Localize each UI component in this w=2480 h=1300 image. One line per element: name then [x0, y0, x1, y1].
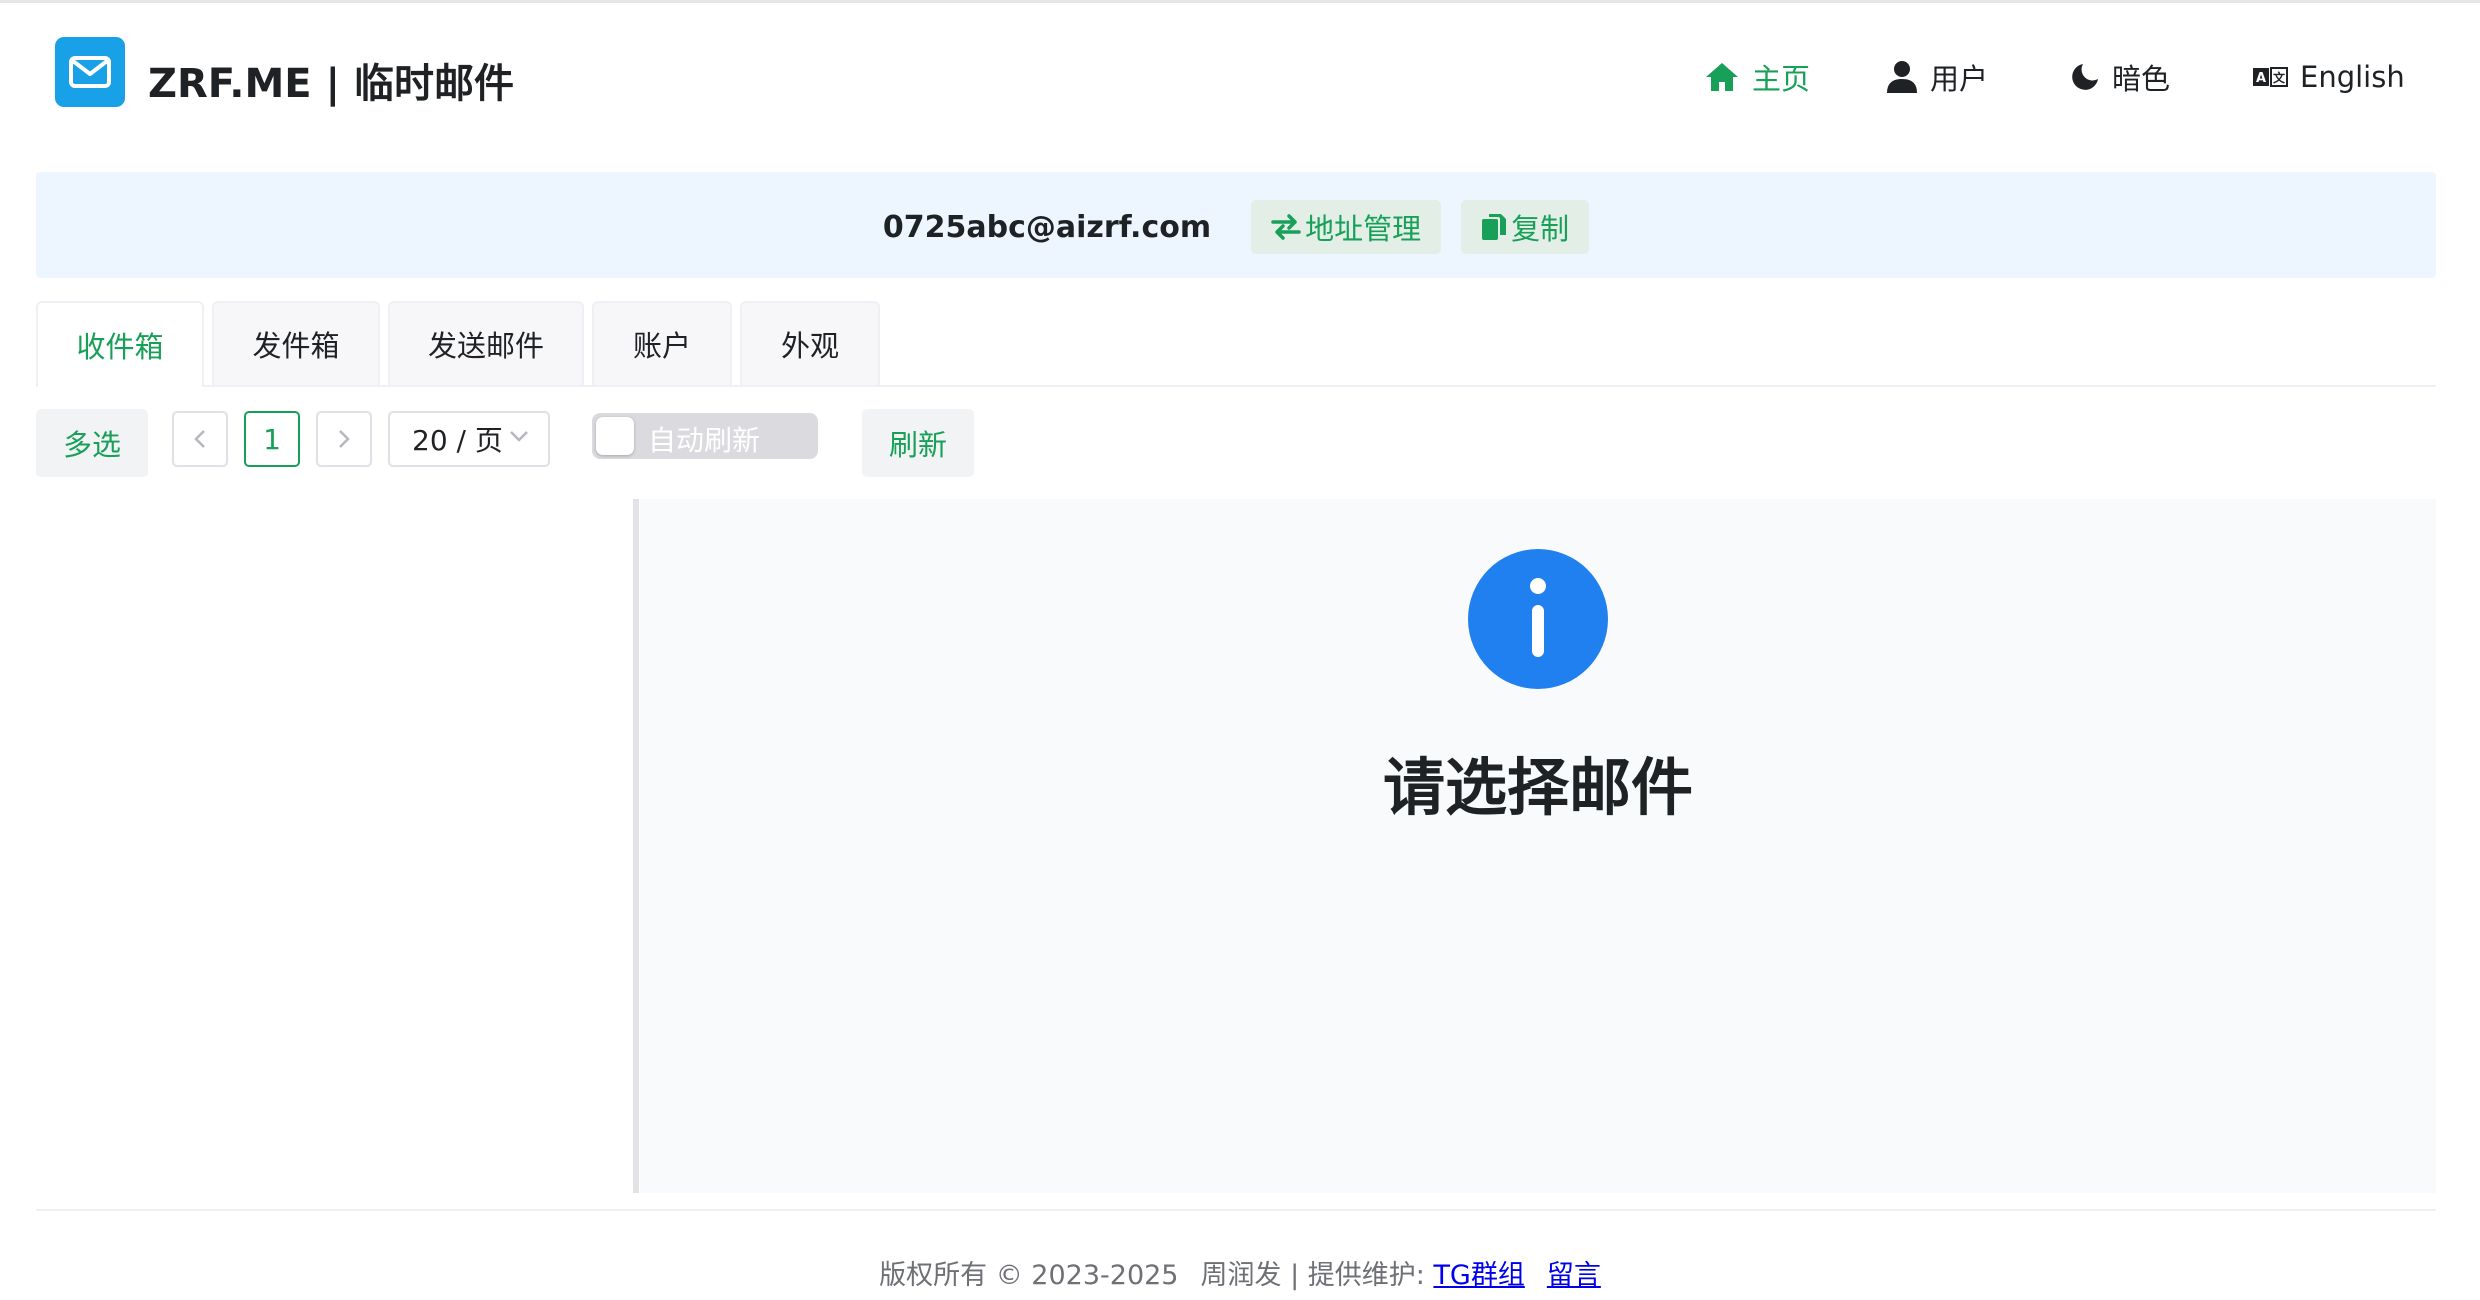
address-manage-button[interactable]: 地址管理 [1251, 200, 1442, 254]
nav-user[interactable]: 用户 [1886, 55, 1988, 99]
page-size-select[interactable]: 20 / 页 [388, 411, 550, 467]
tab-account[interactable]: 账户 [592, 301, 732, 385]
footer-divider [36, 1209, 2436, 1211]
auto-refresh-toggle[interactable]: 自动刷新 [592, 413, 818, 459]
page-size-value: 20 / 页 [412, 424, 503, 457]
nav-user-label: 用户 [1930, 62, 1989, 96]
site-title[interactable]: ZRF.ME | 临时邮件 [148, 51, 514, 109]
nav-dark-label: 暗色 [2112, 62, 2171, 96]
mail-tabs: 收件箱 发件箱 发送邮件 账户 外观 [36, 301, 2436, 387]
tab-appearance[interactable]: 外观 [740, 301, 880, 385]
address-manage-label: 地址管理 [1305, 212, 1422, 246]
footer-copyright: 版权所有 © 2023-2025 [879, 1260, 1179, 1291]
page: ZRF.ME | 临时邮件 主页 用户 暗色 A 文 English 0725a… [0, 0, 2480, 1300]
refresh-button[interactable]: 刷新 [862, 409, 974, 477]
copy-icon [1482, 214, 1507, 240]
page-number-button[interactable]: 1 [244, 411, 300, 467]
chevron-left-icon [194, 430, 205, 448]
header: ZRF.ME | 临时邮件 主页 用户 暗色 A 文 English [0, 3, 2480, 153]
home-icon [1706, 63, 1738, 91]
tab-sent[interactable]: 发件箱 [212, 301, 380, 385]
pane-resize-handle[interactable] [633, 499, 639, 1193]
copy-label: 复制 [1511, 212, 1570, 246]
chevron-down-icon [510, 431, 528, 442]
info-icon [1468, 549, 1608, 689]
auto-refresh-label: 自动刷新 [648, 424, 761, 457]
tg-group-link[interactable]: TG群组 [1433, 1260, 1524, 1291]
nav-home[interactable]: 主页 [1704, 55, 1810, 99]
address-bar: 0725abc@aizrf.com 地址管理 复制 [36, 172, 2436, 278]
email-address: 0725abc@aizrf.com [882, 209, 1212, 245]
mail-view: 请选择邮件 [640, 499, 2436, 1193]
chevron-right-icon [339, 430, 350, 448]
tab-send-mail[interactable]: 发送邮件 [388, 301, 584, 385]
nav-language[interactable]: A 文 English [2252, 55, 2405, 99]
empty-state-text: 请选择邮件 [1382, 751, 1693, 824]
nav-language-label: English [2300, 60, 2405, 94]
prev-page-button[interactable] [172, 411, 228, 467]
next-page-button[interactable] [316, 411, 372, 467]
toggle-knob [596, 417, 634, 455]
message-link[interactable]: 留言 [1547, 1260, 1601, 1291]
mail-list [36, 499, 636, 1193]
nav-home-label: 主页 [1752, 62, 1811, 96]
footer-maintainer: 周润发 | 提供维护: [1200, 1260, 1425, 1291]
swap-icon [1271, 214, 1301, 240]
multi-select-button[interactable]: 多选 [36, 409, 148, 477]
svg-text:文: 文 [2273, 70, 2286, 85]
nav-dark-mode[interactable]: 暗色 [2070, 55, 2170, 99]
tab-inbox[interactable]: 收件箱 [36, 301, 204, 387]
moon-icon [2072, 64, 2098, 90]
user-icon [1887, 61, 1917, 93]
copy-button[interactable]: 复制 [1461, 200, 1590, 254]
mail-toolbar: 多选 1 20 / 页 自动刷新 刷新 [36, 407, 2436, 477]
footer: 版权所有 © 2023-2025 周润发 | 提供维护: TG群组 留言 [0, 1253, 2480, 1292]
svg-text:A: A [2256, 71, 2266, 86]
envelope-icon[interactable] [55, 37, 125, 107]
translate-icon: A 文 [2253, 67, 2288, 87]
